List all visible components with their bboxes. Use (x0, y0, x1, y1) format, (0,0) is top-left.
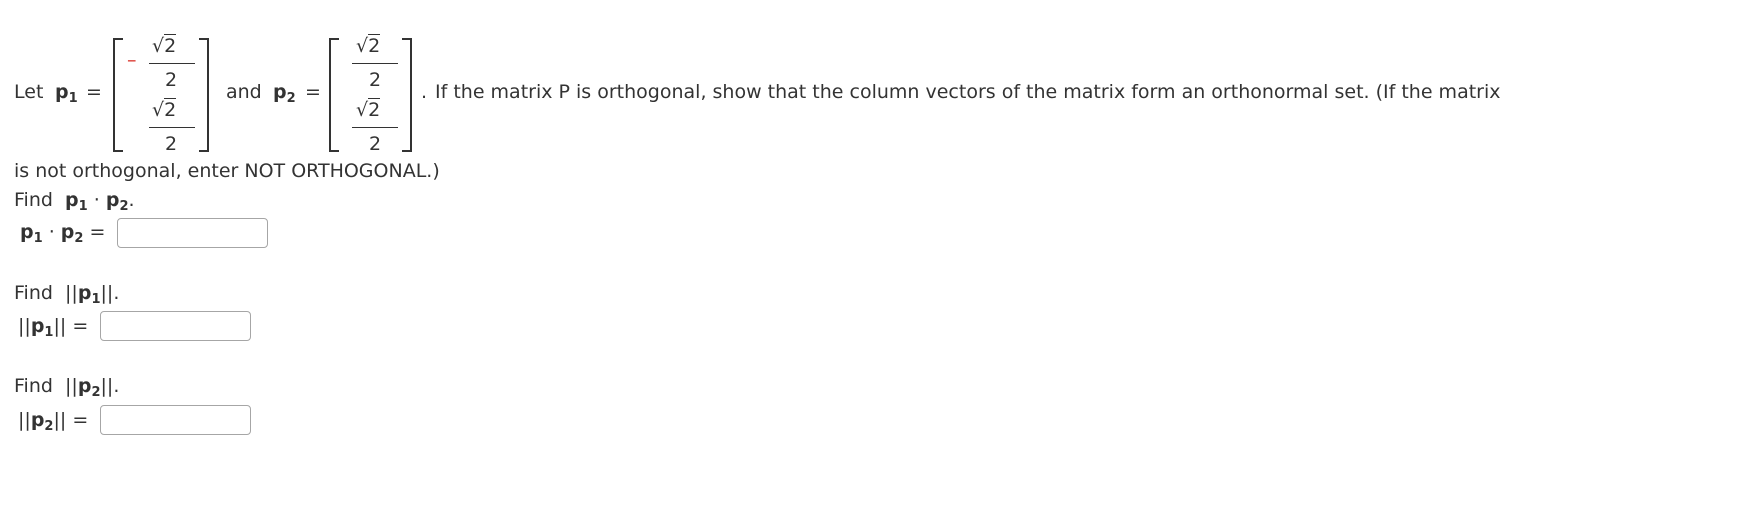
sentence-period: . (421, 81, 428, 103)
q1-answer-label: p1 · p2 = (20, 221, 106, 246)
p2-row2-sqrt: √2 (356, 98, 381, 121)
p1-row1-fraction-bar (149, 63, 195, 64)
dot-product-input[interactable] (117, 218, 268, 248)
p1-equals: = (86, 81, 102, 103)
q2-prompt: Find ||p1||. (14, 282, 120, 307)
p1-row1-den: 2 (165, 69, 178, 91)
p2-left-bracket (329, 38, 339, 152)
p1-row2-den: 2 (165, 133, 178, 155)
p2-equals: = (305, 81, 321, 103)
p1-left-bracket (113, 38, 123, 152)
q1-prompt: Find p1 · p2. (14, 189, 135, 214)
q3-answer-label: ||p2|| = (18, 409, 89, 434)
p2-row2-fraction-bar (352, 127, 398, 128)
p1-symbol: p1 (55, 81, 78, 106)
p1-row2-fraction-bar (149, 127, 195, 128)
p2-row1-fraction-bar (352, 63, 398, 64)
norm-p2-input[interactable] (100, 405, 251, 435)
problem-statement-continued: is not orthogonal, enter NOT ORTHOGONAL.… (14, 160, 440, 182)
and-label: and (226, 81, 262, 103)
p1-right-bracket (199, 38, 209, 152)
let-label: Let (14, 81, 44, 103)
norm-p1-input[interactable] (100, 311, 251, 341)
q3-prompt: Find ||p2||. (14, 375, 120, 400)
p1-row1-sqrt: √2 (152, 34, 177, 57)
p2-row2-den: 2 (369, 133, 382, 155)
p1-row2-sqrt: √2 (152, 98, 177, 121)
p2-row1-sqrt: √2 (356, 34, 381, 57)
p1-row1-sign: – (127, 49, 137, 71)
p2-row1-den: 2 (369, 69, 382, 91)
p2-right-bracket (402, 38, 412, 152)
q2-answer-label: ||p1|| = (18, 315, 89, 340)
problem-statement: If the matrix P is orthogonal, show that… (435, 81, 1501, 103)
p2-symbol: p2 (273, 81, 296, 106)
